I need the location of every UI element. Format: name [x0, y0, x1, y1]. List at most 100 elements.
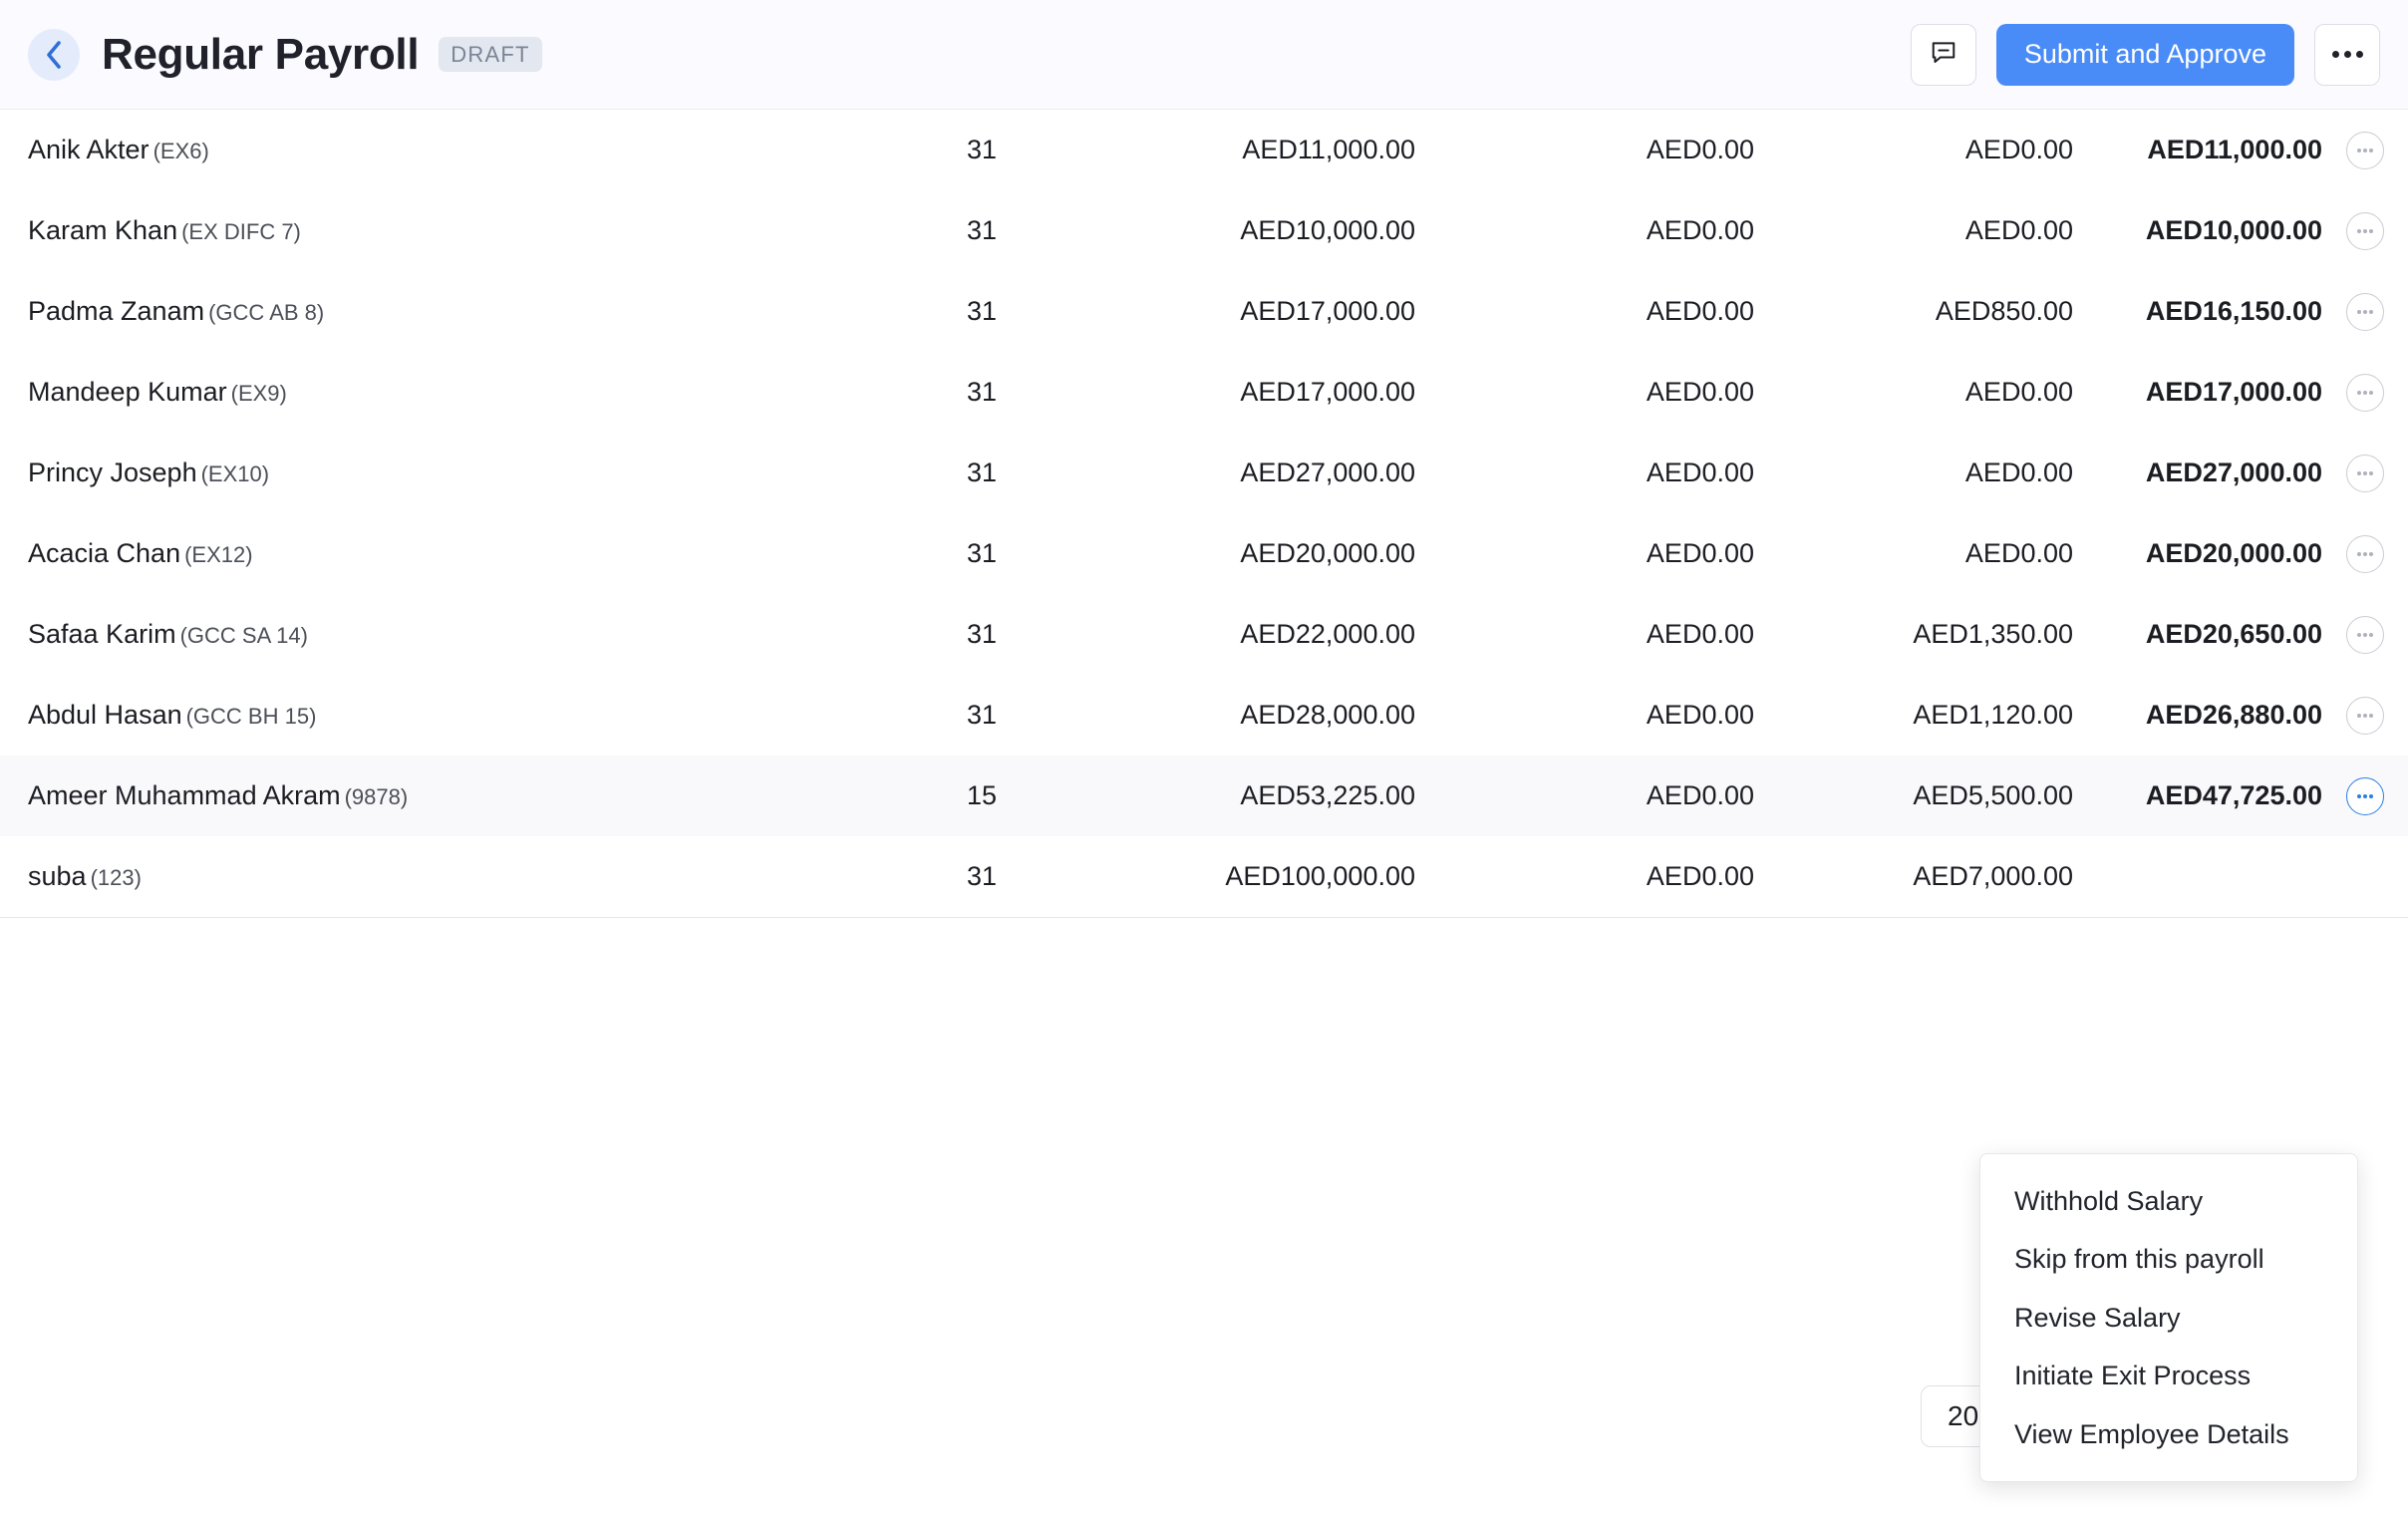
row-actions-cell	[2322, 433, 2408, 513]
row-ellipsis-icon[interactable]	[2346, 454, 2384, 492]
table-row[interactable]: Anik Akter (EX6) 31 AED11,000.00 AED0.00 …	[0, 110, 2408, 190]
payable-days-cell: 31	[966, 296, 997, 326]
row-actions-cell	[2322, 836, 2408, 918]
row-actions-cell	[2322, 271, 2408, 352]
row-ellipsis-icon[interactable]	[2346, 615, 2384, 654]
gross-pay-cell: AED28,000.00	[1240, 700, 1415, 730]
back-button[interactable]	[28, 28, 80, 81]
net-pay-cell: AED17,000.00	[2145, 377, 2322, 407]
gross-pay-cell: AED11,000.00	[1242, 135, 1415, 164]
row-ellipsis-icon[interactable]	[2346, 534, 2384, 573]
table-row[interactable]: Acacia Chan (EX12) 31 AED20,000.00 AED0.0…	[0, 513, 2408, 594]
row-actions-cell	[2322, 513, 2408, 594]
row-actions-cell	[2322, 594, 2408, 675]
more-options-button[interactable]	[2314, 23, 2380, 86]
employee-code: (EX12)	[184, 542, 253, 567]
employee-cell: Abdul Hasan (GCC BH 15)	[0, 675, 738, 756]
gross-pay-cell: AED27,000.00	[1240, 457, 1415, 487]
net-pay-cell: AED20,650.00	[2145, 619, 2322, 649]
employee-code: (GCC SA 14)	[179, 623, 308, 648]
employee-name: Abdul Hasan	[28, 700, 182, 730]
additions-cell: AED0.00	[1646, 377, 1754, 407]
employee-name: Princy Joseph	[28, 457, 197, 487]
menu-item-revise-salary[interactable]: Revise Salary	[1980, 1289, 2357, 1347]
additions-cell: AED0.00	[1646, 457, 1754, 487]
row-ellipsis-icon[interactable]	[2346, 373, 2384, 412]
table-row[interactable]: Karam Khan (EX DIFC 7) 31 AED10,000.00 AE…	[0, 190, 2408, 271]
employee-cell: Safaa Karim (GCC SA 14)	[0, 594, 738, 675]
employee-code: (EX DIFC 7)	[181, 219, 301, 244]
employee-cell: Mandeep Kumar (EX9)	[0, 352, 738, 433]
employee-name: suba	[28, 860, 87, 891]
additions-cell: AED0.00	[1646, 296, 1754, 326]
payable-days-cell: 31	[966, 135, 997, 164]
additions-cell: AED0.00	[1646, 619, 1754, 649]
net-pay-cell: AED26,880.00	[2145, 700, 2322, 730]
table-row[interactable]: Abdul Hasan (GCC BH 15) 31 AED28,000.00 A…	[0, 675, 2408, 756]
table-row[interactable]: Princy Joseph (EX10) 31 AED27,000.00 AED0…	[0, 433, 2408, 513]
status-badge: DRAFT	[439, 37, 542, 72]
employee-code: (GCC AB 8)	[208, 300, 325, 325]
table-row[interactable]: Ameer Muhammad Akram (9878) 15 AED53,225.…	[0, 756, 2408, 836]
menu-item-skip-from-this-payroll[interactable]: Skip from this payroll	[1980, 1230, 2357, 1288]
net-pay-cell: AED16,150.00	[2145, 296, 2322, 326]
table-row[interactable]: Safaa Karim (GCC SA 14) 31 AED22,000.00 A…	[0, 594, 2408, 675]
employee-cell: Karam Khan (EX DIFC 7)	[0, 190, 738, 271]
additions-cell: AED0.00	[1646, 700, 1754, 730]
chevron-left-icon	[44, 40, 64, 70]
comment-minus-icon	[1930, 38, 1957, 71]
payable-days-cell: 31	[966, 538, 997, 568]
net-pay-cell: AED10,000.00	[2145, 215, 2322, 245]
employee-code: (EX10)	[200, 461, 270, 486]
comments-button[interactable]	[1910, 23, 1976, 86]
net-pay-cell: AED20,000.00	[2145, 538, 2322, 568]
additions-cell: AED0.00	[1646, 215, 1754, 245]
header-actions: Submit and Approve	[1910, 23, 2380, 86]
row-actions-cell	[2322, 756, 2408, 836]
employee-code: (123)	[90, 864, 142, 890]
menu-item-withhold-salary[interactable]: Withhold Salary	[1980, 1172, 2357, 1230]
gross-pay-cell: AED17,000.00	[1240, 377, 1415, 407]
table-row[interactable]: Padma Zanam (GCC AB 8) 31 AED17,000.00 AE…	[0, 271, 2408, 352]
row-actions-cell	[2322, 190, 2408, 271]
employee-code: (GCC BH 15)	[185, 704, 317, 729]
row-ellipsis-icon[interactable]	[2346, 696, 2384, 735]
menu-item-view-employee-details[interactable]: View Employee Details	[1980, 1405, 2357, 1463]
row-ellipsis-icon[interactable]	[2346, 131, 2384, 169]
payroll-table-body: Anik Akter (EX6) 31 AED11,000.00 AED0.00 …	[0, 110, 2408, 918]
gross-pay-cell: AED10,000.00	[1240, 215, 1415, 245]
page-title: Regular Payroll	[102, 29, 420, 79]
app-header: Regular Payroll DRAFT Submit and Approve	[0, 0, 2408, 110]
payable-days-cell: 31	[966, 619, 997, 649]
row-ellipsis-icon[interactable]	[2346, 211, 2384, 250]
employee-cell: Acacia Chan (EX12)	[0, 513, 738, 594]
payable-days-cell: 31	[966, 377, 997, 407]
deductions-cell: AED0.00	[1964, 457, 2073, 487]
employee-cell: Princy Joseph (EX10)	[0, 433, 738, 513]
employee-code: (9878)	[344, 784, 409, 809]
row-ellipsis-icon[interactable]	[2346, 292, 2384, 331]
table-row[interactable]: suba (123) 31 AED100,000.00 AED0.00 AED7,…	[0, 836, 2408, 918]
payable-days-cell: 15	[738, 756, 997, 836]
table-row[interactable]: Mandeep Kumar (EX9) 31 AED17,000.00 AED0.…	[0, 352, 2408, 433]
row-ellipsis-icon[interactable]	[2346, 776, 2384, 815]
gross-pay-cell: AED53,225.00	[997, 756, 1415, 836]
deductions-cell: AED0.00	[1964, 538, 2073, 568]
submit-and-approve-button[interactable]: Submit and Approve	[1995, 23, 2294, 86]
menu-item-initiate-exit-process[interactable]: Initiate Exit Process	[1980, 1347, 2357, 1404]
employee-name: Ameer Muhammad Akram	[28, 780, 341, 810]
row-actions-cell	[2322, 675, 2408, 756]
payable-days-cell: 31	[966, 457, 997, 487]
deductions-cell: AED1,350.00	[1913, 619, 2073, 649]
deductions-cell: AED1,120.00	[1913, 700, 2073, 730]
employee-name: Acacia Chan	[28, 538, 181, 568]
additions-cell: AED0.00	[1646, 538, 1754, 568]
gross-pay-cell: AED100,000.00	[997, 836, 1415, 918]
employee-cell: Anik Akter (EX6)	[0, 110, 738, 190]
ellipsis-horizontal-icon	[2331, 51, 2363, 58]
deductions-cell: AED5,500.00	[1754, 756, 2073, 836]
employee-cell: Ameer Muhammad Akram (9878)	[0, 756, 738, 836]
additions-cell: AED0.00	[1646, 135, 1754, 164]
net-pay-cell	[2073, 836, 2322, 918]
gross-pay-cell: AED20,000.00	[1240, 538, 1415, 568]
